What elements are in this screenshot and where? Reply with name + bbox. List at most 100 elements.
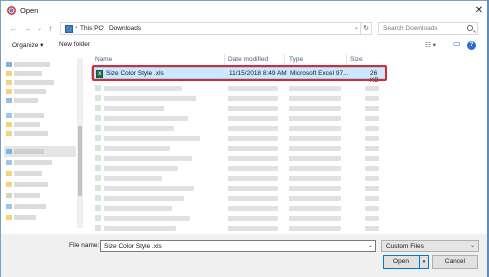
file-type-obscured xyxy=(289,206,341,211)
column-header-size[interactable]: Size xyxy=(350,56,363,63)
file-name-obscured xyxy=(104,146,170,151)
column-divider[interactable] xyxy=(224,54,225,65)
file-name-input[interactable]: Size Color Style .xls ⌄ xyxy=(100,240,376,252)
navigation-pane xyxy=(4,54,84,234)
nav-item[interactable] xyxy=(14,98,38,103)
open-button-label: Open xyxy=(393,258,409,265)
breadcrumb-separator: › xyxy=(102,24,105,31)
file-icon xyxy=(95,185,101,191)
forward-button[interactable]: → xyxy=(22,23,33,35)
up-button[interactable]: ↑ xyxy=(45,23,56,35)
address-dropdown-icon[interactable]: ⌄ xyxy=(354,24,359,31)
nav-item[interactable] xyxy=(14,122,40,127)
drive-icon xyxy=(6,193,12,198)
folder-icon xyxy=(6,89,12,94)
file-row[interactable] xyxy=(90,124,387,132)
recent-locations-button[interactable]: ⌄ xyxy=(34,23,45,35)
file-name-label: File name: xyxy=(69,242,100,249)
preview-pane-icon[interactable]: ▭ xyxy=(453,39,461,48)
file-row[interactable] xyxy=(90,214,387,222)
breadcrumb-this-pc[interactable]: This PC xyxy=(80,25,103,32)
column-divider[interactable] xyxy=(346,54,347,65)
address-bar[interactable]: › This PC › Downloads ⌄ ↻ xyxy=(60,22,372,35)
file-name-obscured xyxy=(104,176,162,181)
file-row[interactable] xyxy=(90,144,387,152)
file-icon xyxy=(95,135,101,141)
close-button[interactable]: ✕ xyxy=(472,4,486,17)
file-row[interactable] xyxy=(90,94,387,102)
drive-icon xyxy=(6,160,12,165)
nav-item[interactable] xyxy=(14,71,42,76)
nav-item[interactable] xyxy=(14,131,48,136)
file-date-obscured xyxy=(228,136,278,141)
file-row[interactable] xyxy=(90,164,387,172)
chrome-icon xyxy=(7,6,16,15)
file-type-obscured xyxy=(289,116,341,121)
navigation-scrollbar[interactable] xyxy=(77,58,83,228)
search-placeholder: Search Downloads xyxy=(383,25,438,32)
breadcrumb-downloads[interactable]: Downloads xyxy=(109,25,141,32)
breadcrumb-separator: › xyxy=(75,24,78,31)
file-name-obscured xyxy=(104,206,172,211)
file-date-obscured xyxy=(228,176,278,181)
file-row[interactable] xyxy=(90,104,387,112)
file-row[interactable] xyxy=(90,194,387,202)
file-size-obscured xyxy=(365,196,379,201)
dialog-title: Open xyxy=(20,6,39,15)
file-name-obscured xyxy=(104,226,176,231)
view-options-icon[interactable]: ☷ ▾ xyxy=(425,41,436,49)
nav-item[interactable] xyxy=(14,215,36,220)
organize-button[interactable]: Organize ▾ xyxy=(12,41,43,49)
nav-item[interactable] xyxy=(14,80,54,85)
file-row[interactable] xyxy=(90,114,387,122)
column-header-name[interactable]: Name xyxy=(95,56,112,63)
file-row[interactable] xyxy=(90,224,387,232)
nav-item[interactable] xyxy=(14,171,42,176)
file-icon xyxy=(95,85,101,91)
new-folder-button[interactable]: New folder xyxy=(59,41,90,48)
refresh-button[interactable]: ↻ xyxy=(360,22,372,35)
scrollbar-thumb[interactable] xyxy=(78,126,82,196)
nav-item[interactable] xyxy=(14,160,52,165)
dialog-footer: File name: Size Color Style .xls ⌄ Custo… xyxy=(1,234,488,277)
column-header-date-modified[interactable]: Date modified xyxy=(228,56,268,63)
file-row[interactable] xyxy=(90,154,387,162)
file-type-filter[interactable]: Custom Files ⌄ xyxy=(381,240,479,252)
file-name-dropdown-icon[interactable]: ⌄ xyxy=(368,242,373,249)
file-size-obscured xyxy=(365,146,379,151)
nav-item[interactable] xyxy=(14,193,40,198)
file-name-obscured xyxy=(104,126,174,131)
nav-item[interactable] xyxy=(14,113,44,118)
file-type-obscured xyxy=(289,196,341,201)
file-type-obscured xyxy=(289,96,341,101)
file-row[interactable] xyxy=(90,84,387,92)
cancel-button[interactable]: Cancel xyxy=(432,255,478,269)
file-row[interactable] xyxy=(90,204,387,212)
nav-item[interactable] xyxy=(14,62,50,67)
file-type-obscured xyxy=(289,166,341,171)
nav-item[interactable] xyxy=(14,89,46,94)
file-row[interactable] xyxy=(90,134,387,142)
nav-item[interactable] xyxy=(14,182,48,187)
file-size-obscured xyxy=(365,186,379,191)
file-date-obscured xyxy=(228,96,278,101)
nav-item[interactable] xyxy=(14,204,46,209)
file-name-obscured xyxy=(104,186,194,191)
help-icon[interactable]: ? xyxy=(467,41,476,50)
file-icon xyxy=(95,165,101,171)
file-type-dropdown-icon[interactable]: ⌄ xyxy=(470,242,475,249)
search-box[interactable]: Search Downloads xyxy=(378,22,478,35)
column-header-type[interactable]: Type xyxy=(289,56,303,63)
back-button[interactable]: ← xyxy=(8,23,19,35)
this-pc-icon xyxy=(65,25,73,33)
file-name-obscured xyxy=(104,216,190,221)
open-split-dropdown-icon[interactable]: ▾ xyxy=(419,256,428,268)
nav-item[interactable] xyxy=(14,149,44,154)
file-row[interactable] xyxy=(90,174,387,182)
folder-icon xyxy=(6,171,12,176)
file-size-obscured xyxy=(365,116,379,121)
file-row[interactable] xyxy=(90,184,387,192)
file-size-obscured xyxy=(365,126,379,131)
column-divider[interactable] xyxy=(284,54,285,65)
file-type-obscured xyxy=(289,126,341,131)
